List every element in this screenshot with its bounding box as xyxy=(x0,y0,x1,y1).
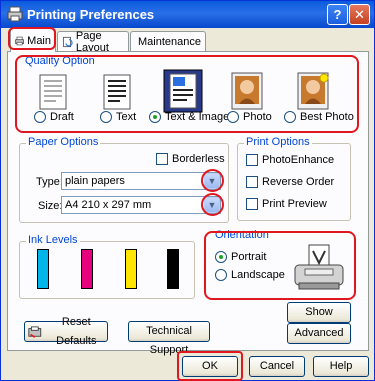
best-photo-icon xyxy=(297,72,329,110)
photo-radio[interactable] xyxy=(227,111,239,123)
paper-size-dropdown-icon[interactable]: ▼ xyxy=(204,197,220,213)
quality-text-option[interactable]: Text xyxy=(100,111,136,123)
title-bar[interactable]: Printing Preferences ? ✕ xyxy=(1,1,374,28)
tab-main[interactable]: Main xyxy=(10,28,56,52)
photo-enhance-checkbox[interactable] xyxy=(246,154,258,166)
photo-enhance-option[interactable]: PhotoEnhance xyxy=(246,154,334,166)
paper-type-value: plain papers xyxy=(65,175,125,187)
paper-options-title: Paper Options xyxy=(26,136,101,148)
quality-best-photo-option[interactable]: Best Photo xyxy=(284,111,354,123)
ink-fill-yellow xyxy=(126,250,136,288)
tab-page-layout-label: Page Layout xyxy=(75,29,109,54)
text-label: Text xyxy=(116,111,137,123)
page-layout-icon xyxy=(63,36,73,47)
ink-level-cyan xyxy=(37,249,49,289)
landscape-radio[interactable] xyxy=(215,269,227,281)
tab-maintenance-label: Maintenance xyxy=(138,35,201,48)
draft-icon xyxy=(39,74,67,110)
paper-size-value: A4 210 x 297 mm xyxy=(65,199,152,211)
paper-type-label: Type: xyxy=(36,176,63,188)
photo-enhance-label: PhotoEnhance xyxy=(262,154,335,166)
print-preview-label: Print Preview xyxy=(262,198,327,210)
photo-label: Photo xyxy=(243,111,272,123)
text-image-radio[interactable] xyxy=(149,111,161,123)
landscape-option[interactable]: Landscape xyxy=(215,269,285,281)
borderless-option[interactable]: Borderless xyxy=(156,153,225,165)
print-preview-option[interactable]: Print Preview xyxy=(246,198,327,210)
printing-preferences-window: Printing Preferences ? ✕ Main Page Layou… xyxy=(0,0,375,381)
show-settings-button[interactable]: Show Settings xyxy=(287,302,351,337)
draft-label: Draft xyxy=(50,111,74,123)
quality-draft-option[interactable]: Draft xyxy=(34,111,74,123)
portrait-label: Portrait xyxy=(231,251,267,263)
borderless-checkbox[interactable] xyxy=(156,153,168,165)
paper-type-select[interactable]: plain papers xyxy=(61,172,221,190)
text-image-icon xyxy=(163,69,203,113)
printer-icon xyxy=(15,36,24,45)
portrait-option[interactable]: Portrait xyxy=(215,251,266,263)
text-image-label: Text & Image xyxy=(165,111,230,123)
tab-page-layout[interactable]: Page Layout xyxy=(57,29,129,54)
paper-type-dropdown-icon[interactable]: ▼ xyxy=(204,173,220,189)
text-icon xyxy=(103,74,131,110)
reverse-order-label: Reverse Order xyxy=(262,176,335,188)
help-button[interactable]: Help xyxy=(313,356,369,377)
portrait-radio[interactable] xyxy=(215,251,227,263)
reset-defaults-icon xyxy=(28,325,42,338)
ink-fill-cyan xyxy=(38,250,48,288)
ok-button[interactable]: OK xyxy=(182,356,238,377)
advanced-button[interactable]: Advanced xyxy=(287,323,351,344)
printer-icon xyxy=(7,6,23,22)
draft-radio[interactable] xyxy=(34,111,46,123)
ink-level-magenta xyxy=(81,249,93,289)
reverse-order-checkbox[interactable] xyxy=(246,176,258,188)
ink-levels-title: Ink Levels xyxy=(26,234,80,246)
tab-maintenance[interactable]: Maintenance xyxy=(130,31,206,51)
landscape-label: Landscape xyxy=(231,269,285,281)
orientation-title: Orientation xyxy=(213,229,271,241)
reset-defaults-button[interactable]: Reset Defaults xyxy=(24,316,108,347)
quality-photo-option[interactable]: Photo xyxy=(227,111,272,123)
print-options-title: Print Options xyxy=(244,136,312,148)
paper-size-label: Size: xyxy=(38,200,63,212)
reset-defaults-label: Reset Defaults xyxy=(56,315,97,347)
technical-support-button[interactable]: Technical Support xyxy=(128,321,210,356)
photo-icon xyxy=(231,72,263,110)
ink-level-black xyxy=(167,249,179,289)
paper-size-select[interactable]: A4 210 x 297 mm xyxy=(61,196,221,214)
ink-level-yellow xyxy=(125,249,137,289)
text-radio[interactable] xyxy=(100,111,112,123)
print-preview-checkbox[interactable] xyxy=(246,198,258,210)
window-title: Printing Preferences xyxy=(27,7,155,22)
ink-fill-black xyxy=(168,250,178,288)
printer-orientation-icon xyxy=(294,244,344,290)
best-photo-radio[interactable] xyxy=(284,111,296,123)
best-photo-label: Best Photo xyxy=(300,111,354,123)
borderless-label: Borderless xyxy=(172,153,225,165)
cancel-button[interactable]: Cancel xyxy=(249,356,305,377)
tab-main-label: Main xyxy=(27,34,51,47)
ink-fill-magenta xyxy=(82,250,92,288)
reverse-order-option[interactable]: Reverse Order xyxy=(246,176,334,188)
quality-text-image-option[interactable]: Text & Image xyxy=(149,111,229,123)
close-button[interactable]: ✕ xyxy=(349,4,370,25)
quality-option-title: Quality Option xyxy=(23,55,97,67)
help-title-button[interactable]: ? xyxy=(327,4,348,25)
